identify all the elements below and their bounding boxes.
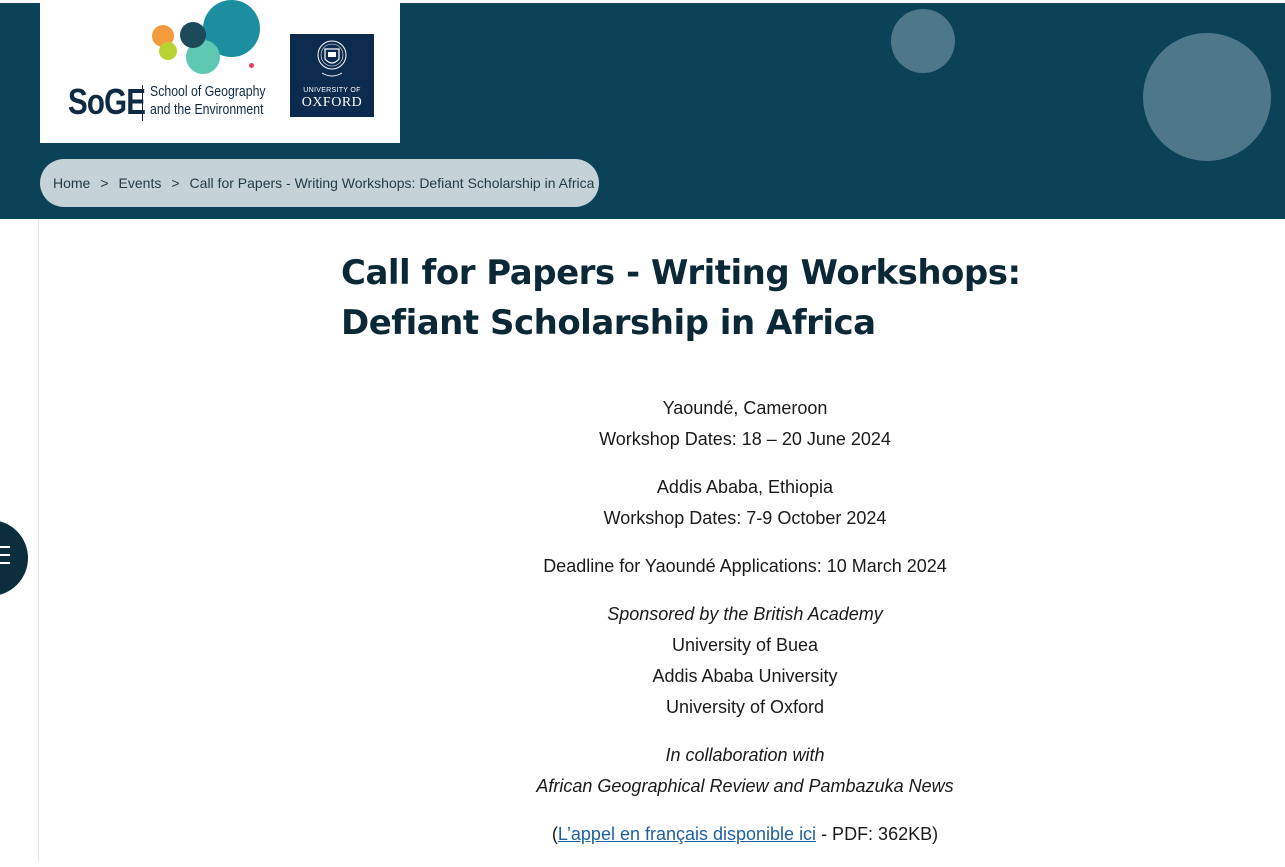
oxford-crest-icon xyxy=(317,40,347,77)
logo-divider xyxy=(142,85,143,121)
oxford-big-text: OXFORD xyxy=(301,95,363,110)
french-version: (L’appel en français disponible ici - PD… xyxy=(551,824,939,844)
partner-item: University of Oxford xyxy=(665,697,825,717)
department-name: School of Geography and the Environment xyxy=(150,83,266,118)
breadcrumb: Home > Events > Call for Papers - Writin… xyxy=(40,159,599,207)
workshop-yaounde: Yaoundé, Cameroon Workshop Dates: 18 – 2… xyxy=(440,393,1050,455)
collaboration: In collaboration with African Geographic… xyxy=(440,740,1050,802)
location-addis: Addis Ababa, Ethiopia xyxy=(656,477,834,497)
sidebar-divider xyxy=(38,219,39,862)
collab-intro: In collaboration with xyxy=(665,745,825,765)
location-yaounde: Yaoundé, Cameroon xyxy=(662,398,828,418)
breadcrumb-home-link[interactable]: Home xyxy=(53,175,90,191)
menu-icon xyxy=(0,546,10,570)
sponsor-intro: Sponsored by the British Academy xyxy=(607,604,883,624)
dates-addis: Workshop Dates: 7-9 October 2024 xyxy=(603,508,887,528)
soge-wordmark: SoGE xyxy=(68,81,146,122)
logo-bubble-pink xyxy=(249,63,254,68)
breadcrumb-separator: > xyxy=(100,175,109,191)
page-title: Call for Papers - Writing Workshops: Def… xyxy=(341,253,1021,343)
side-menu-button[interactable] xyxy=(0,520,28,596)
partner-item: University of Buea xyxy=(671,635,819,655)
oxford-small-text: UNIVERSITY OF xyxy=(303,87,361,94)
french-pdf-link[interactable]: L’appel en français disponible ici xyxy=(558,824,816,844)
workshop-addis: Addis Ababa, Ethiopia Workshop Dates: 7-… xyxy=(440,472,1050,534)
breadcrumb-current-page: Call for Papers - Writing Workshops: Def… xyxy=(189,175,595,191)
logo-bubble-navy xyxy=(180,22,206,48)
oxford-logo[interactable]: UNIVERSITY OF OXFORD xyxy=(290,34,374,117)
dates-yaounde: Workshop Dates: 18 – 20 June 2024 xyxy=(599,429,891,449)
collab-partners: African Geographical Review and Pambazuk… xyxy=(536,776,954,796)
application-deadline: Deadline for Yaoundé Applications: 10 Ma… xyxy=(543,556,947,576)
breadcrumb-separator: > xyxy=(171,175,180,191)
decorative-circle-large xyxy=(1143,33,1271,161)
site-logo[interactable]: SoGE School of Geography and the Environ… xyxy=(40,0,400,143)
pdf-size-info: - PDF: 362KB) xyxy=(816,824,939,844)
partner-item: Addis Ababa University xyxy=(652,666,838,686)
sponsors: Sponsored by the British Academy Univers… xyxy=(440,599,1050,723)
decorative-circle-small xyxy=(891,9,955,73)
event-details: Yaoundé, Cameroon Workshop Dates: 18 – 2… xyxy=(440,393,1050,867)
logo-bubble-lime xyxy=(159,42,177,60)
breadcrumb-events-link[interactable]: Events xyxy=(119,175,162,191)
